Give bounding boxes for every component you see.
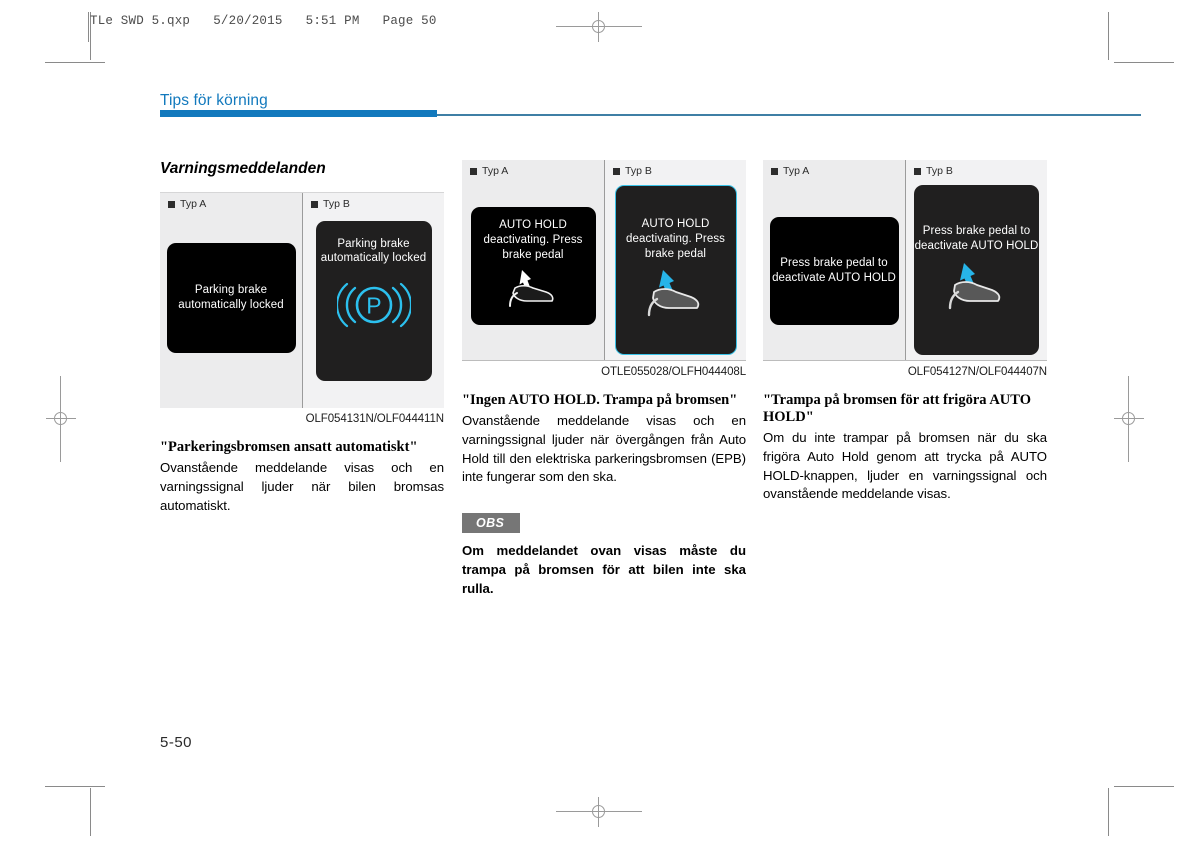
display-message-text: AUTO HOLD deactivating. Press brake peda… bbox=[625, 218, 726, 260]
brake-pedal-foot-icon bbox=[941, 262, 1013, 315]
panel-label-type-b: Typ B bbox=[605, 160, 652, 177]
note-badge: OBS bbox=[462, 513, 521, 534]
crop-mark-top-left-h bbox=[45, 62, 105, 63]
file-header-text: TLe SWD 5.qxp 5/20/2015 5:51 PM Page 50 bbox=[90, 14, 437, 28]
cluster-display-type-a: AUTO HOLD deactivating. Press brake peda… bbox=[470, 206, 596, 325]
display-message-text: AUTO HOLD deactivating. Press brake peda… bbox=[483, 219, 583, 261]
crop-mark-top-right-h bbox=[1114, 62, 1174, 63]
crop-mark-bottom-right-v bbox=[1108, 788, 1109, 836]
content-column-1: Varningsmeddelanden Typ A Parking brake … bbox=[160, 160, 444, 515]
figure-auto-hold-deactivating: Typ A AUTO HOLD deactivating. Press brak… bbox=[462, 160, 746, 378]
panel-label-type-a: Typ A bbox=[160, 193, 206, 210]
content-column-3: Typ A Press brake pedal to deactivate AU… bbox=[763, 160, 1047, 504]
subsection-heading: "Ingen AUTO HOLD. Trampa på bromsen" bbox=[462, 392, 738, 408]
figure-panel-type-a: Typ A Parking brake automatically locked bbox=[160, 193, 302, 408]
display-message-text: Press brake pedal to deactivate AUTO HOL… bbox=[914, 225, 1039, 253]
panel-label-text: Typ A bbox=[180, 198, 207, 210]
panel-label-type-b: Typ B bbox=[303, 193, 350, 210]
note-block: OBS Om meddelandet ovan visas måste du t… bbox=[462, 513, 746, 598]
panel-label-text: Typ B bbox=[926, 165, 953, 177]
panel-label-text: Typ B bbox=[323, 198, 350, 210]
header-thin-rule bbox=[437, 114, 1141, 116]
figure-panel-type-a: Typ A Press brake pedal to deactivate AU… bbox=[763, 160, 905, 360]
bullet-square-icon bbox=[168, 200, 175, 208]
display-message-text: Parking brake automatically locked bbox=[178, 283, 284, 311]
file-header-divider bbox=[88, 12, 89, 42]
panel-label-text: Typ A bbox=[482, 165, 509, 177]
brake-pedal-foot-icon bbox=[502, 268, 564, 313]
display-message-text: Parking brake automatically locked bbox=[320, 237, 427, 265]
figure-caption: OLF054127N/OLF044407N bbox=[763, 360, 1047, 378]
bullet-square-icon bbox=[914, 167, 921, 175]
note-text: Om meddelandet ovan visas måste du tramp… bbox=[462, 543, 746, 596]
crop-mark-top-right-v bbox=[1108, 12, 1109, 60]
subsection-heading: "Parkeringsbromsen ansatt automatiskt" bbox=[160, 439, 418, 455]
panel-label-type-a: Typ A bbox=[763, 160, 809, 177]
figure-panels: Typ A AUTO HOLD deactivating. Press brak… bbox=[462, 160, 746, 360]
figure-panel-type-b: Typ B Parking brake automatically locked… bbox=[302, 193, 444, 408]
registration-mark-bottom bbox=[556, 797, 642, 827]
registration-mark-left bbox=[46, 376, 76, 462]
cluster-display-type-b: Press brake pedal to deactivate AUTO HOL… bbox=[914, 184, 1039, 355]
bullet-square-icon bbox=[470, 167, 477, 175]
subsection-heading: "Trampa på bromsen för att frigöra AUTO … bbox=[763, 392, 1031, 426]
figure-parking-brake-locked: Typ A Parking brake automatically locked… bbox=[160, 192, 444, 425]
figure-panels: Typ A Press brake pedal to deactivate AU… bbox=[763, 160, 1047, 360]
panel-label-type-b: Typ B bbox=[906, 160, 953, 177]
figure-panel-type-a: Typ A AUTO HOLD deactivating. Press brak… bbox=[462, 160, 604, 360]
content-column-2: Typ A AUTO HOLD deactivating. Press brak… bbox=[462, 160, 746, 598]
body-paragraph: Om du inte trampar på bromsen när du ska… bbox=[763, 430, 1047, 502]
figure-panel-type-b: Typ B Press brake pedal to deactivate AU… bbox=[905, 160, 1047, 360]
figure-press-brake-to-deactivate: Typ A Press brake pedal to deactivate AU… bbox=[763, 160, 1047, 378]
figure-caption: OLF054131N/OLF044411N bbox=[305, 413, 444, 425]
display-message-text: Press brake pedal to deactivate AUTO HOL… bbox=[772, 256, 896, 284]
registration-mark-right bbox=[1114, 376, 1144, 462]
cluster-display-type-a: Parking brake automatically locked bbox=[166, 242, 296, 353]
page-number: 5-50 bbox=[160, 734, 193, 751]
panel-label-text: Typ A bbox=[783, 165, 810, 177]
bullet-square-icon bbox=[613, 167, 620, 175]
bullet-square-icon bbox=[771, 167, 778, 175]
panel-label-text: Typ B bbox=[625, 165, 652, 177]
bullet-square-icon bbox=[311, 200, 318, 208]
figure-caption: OTLE055028/OLFH044408L bbox=[462, 360, 746, 378]
svg-text:P: P bbox=[366, 292, 381, 318]
crop-mark-bottom-left-h bbox=[45, 786, 105, 787]
panel-label-type-a: Typ A bbox=[462, 160, 508, 177]
header-accent-bar bbox=[160, 110, 437, 117]
chapter-title: Tips för körning bbox=[160, 92, 268, 109]
figure-panels: Typ A Parking brake automatically locked… bbox=[160, 192, 444, 408]
figure-panel-type-b: Typ B AUTO HOLD deactivating. Press brak… bbox=[604, 160, 746, 360]
crop-mark-bottom-right-h bbox=[1114, 786, 1174, 787]
cluster-display-type-a: Press brake pedal to deactivate AUTO HOL… bbox=[769, 216, 899, 325]
section-title: Varningsmeddelanden bbox=[160, 160, 326, 177]
crop-mark-bottom-left-v bbox=[90, 788, 91, 836]
cluster-display-type-b: AUTO HOLD deactivating. Press brake peda… bbox=[614, 184, 737, 355]
parking-brake-p-icon: P bbox=[335, 278, 412, 337]
body-paragraph: Ovanstående meddelande visas och en varn… bbox=[462, 413, 746, 485]
cluster-display-type-b: Parking brake automatically locked P bbox=[315, 220, 432, 381]
body-paragraph: Ovanstående meddelande visas och en varn… bbox=[160, 460, 444, 513]
registration-mark-top bbox=[556, 12, 642, 42]
brake-pedal-foot-icon bbox=[640, 269, 712, 322]
